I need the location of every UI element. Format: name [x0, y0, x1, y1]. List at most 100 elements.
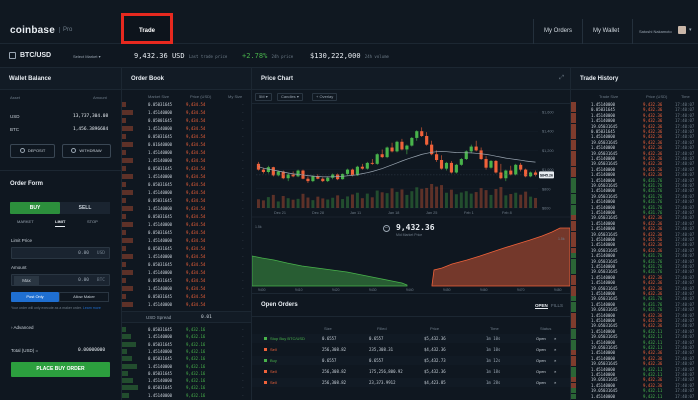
ob-bid-row[interactable]: 1.45140000 9,432.16 -	[122, 348, 251, 354]
avatar[interactable]	[678, 26, 686, 34]
ob-my-size: -	[241, 246, 244, 251]
trade-price: 9,432.11	[643, 345, 663, 350]
user-name[interactable]: Satoshi Nakamoto	[639, 29, 672, 34]
cancel-order-icon[interactable]: ✕	[554, 358, 556, 363]
order-row[interactable]: Sell 256,308.82 175,256,800.92 $5,432.36 1m …	[252, 367, 570, 376]
trade-side-marker	[571, 334, 576, 340]
ob-bid-row[interactable]: 1.45140000 9,432.16 -	[122, 392, 251, 398]
ob-ask-row[interactable]: 0.01640000 9,434.54 -	[122, 142, 251, 147]
trade-side-marker	[571, 312, 576, 318]
ob-bid-row[interactable]: 1.45140000 9,432.16 -	[122, 363, 251, 369]
cancel-order-icon[interactable]: ✕	[554, 347, 556, 352]
ob-bid-row[interactable]: 0.05031645 9,432.16 -	[122, 327, 251, 332]
trade-row: 1.45140000 9,431.76 17:40:07	[571, 301, 698, 307]
order-row[interactable]: Buy 0.6557 0.6557 $5,432.73 1m 12s Open ✕	[252, 356, 570, 365]
amount-input[interactable]: Max 0.00 BTC	[11, 274, 110, 286]
ob-ask-row[interactable]: 1.45140000 9,434.54 -	[122, 222, 251, 227]
ob-ask-row[interactable]: 1.45140000 9,434.54 -	[122, 126, 251, 131]
ob-ask-row[interactable]: 1.45140000 9,434.54 -	[122, 302, 251, 307]
ob-ask-row[interactable]: 1.45140000 9,434.54 -	[122, 254, 251, 259]
ob-ask-row[interactable]: 1.45140000 9,434.54 -	[122, 110, 251, 115]
trade-price: 9,432.36	[643, 107, 663, 113]
ob-depth-bar	[122, 302, 133, 307]
trade-time: 17:40:07	[675, 156, 695, 161]
order-type-stop[interactable]: STOP	[87, 219, 98, 224]
ob-ask-row[interactable]: 0.05031645 9,434.54 -	[122, 214, 251, 219]
trade-side-marker	[571, 177, 576, 183]
cancel-order-icon[interactable]: ✕	[554, 369, 556, 374]
trade-price: 9,432.36	[643, 242, 663, 248]
ob-ask-row[interactable]: 0.05031645 9,434.54 -	[122, 246, 251, 251]
ob-ask-row[interactable]: 0.05031645 9,434.54 -	[122, 182, 251, 187]
overlay-select[interactable]: + Overlay	[312, 93, 338, 101]
order-price: $4,432.36	[424, 347, 446, 352]
my-wallet-link[interactable]: My Wallet	[593, 28, 619, 34]
order-type-limit[interactable]: LIMIT	[55, 219, 66, 227]
buy-tab[interactable]: BUY	[10, 202, 60, 214]
sell-tab[interactable]: SELL	[60, 202, 110, 214]
ob-ask-row[interactable]: 1.45140000 9,434.54 -	[122, 270, 251, 275]
cancel-order-icon[interactable]: ✕	[554, 336, 556, 341]
withdraw-button[interactable]: WITHDRAW	[62, 144, 111, 158]
allow-maker-toggle[interactable]: Allow Maker	[59, 292, 109, 302]
place-buy-order-button[interactable]: PLACE BUY ORDER	[11, 362, 110, 377]
ob-size: 0.05031645	[148, 102, 173, 107]
cancel-order-icon[interactable]: ✕	[554, 380, 556, 385]
ob-ask-row[interactable]: 0.05031645 9,434.54 -	[122, 198, 251, 203]
coinbase-logo[interactable]: coinbase	[10, 25, 55, 36]
order-row[interactable]: Sell 256,308.82 235,308.31 $4,432.36 1m 10s O…	[252, 345, 570, 354]
ob-bid-row[interactable]: 0.05031645 9,432.16 -	[122, 341, 251, 347]
ob-ask-row[interactable]: 0.05031645 9,434.54 -	[122, 278, 251, 283]
post-only-toggle[interactable]: Post Only	[11, 292, 59, 302]
expand-icon[interactable]: ⤢	[559, 75, 564, 82]
trade-side-marker	[571, 301, 576, 307]
fills-tab[interactable]: FILLS	[551, 303, 563, 308]
deposit-button[interactable]: DEPOSIT	[10, 144, 55, 158]
ob-ask-row[interactable]: 1.45140000 9,434.54 -	[122, 158, 251, 163]
select-market-dropdown[interactable]: Select Market ▾	[73, 54, 101, 59]
candles-select[interactable]: Candles ▾	[277, 93, 303, 101]
trade-price: 9,431.76	[643, 204, 663, 210]
advanced-toggle[interactable]: › Advanced	[11, 325, 34, 330]
ob-ask-row[interactable]: 0.05031645 9,434.54 -	[122, 294, 251, 299]
ob-bid-row[interactable]: 0.05031645 9,432.16 -	[122, 385, 251, 391]
volume-bar	[385, 193, 389, 208]
interval-select[interactable]: 5M ▾	[255, 93, 272, 101]
price-chart[interactable]: $1,600$1,400$1,200$1,000$800$600$845.26D…	[252, 104, 570, 293]
ob-bid-row[interactable]: 1.45140000 9,432.16 -	[122, 334, 251, 340]
chevron-down-icon[interactable]: ▾	[689, 27, 692, 33]
ob-price: 9,434.54	[186, 262, 206, 267]
learn-more-link[interactable]: Learn more	[83, 306, 101, 310]
limit-price-input[interactable]: 0.00 USD	[11, 247, 110, 259]
ob-ask-row[interactable]: 1.45140000 9,434.54 -	[122, 206, 251, 211]
volume-bar	[454, 194, 458, 208]
my-orders-link[interactable]: My Orders	[544, 28, 572, 34]
trade-side-marker	[571, 253, 576, 259]
order-type-market[interactable]: MARKET	[17, 219, 34, 224]
ob-ask-row[interactable]: 1.45140000 9,434.54 -	[122, 174, 251, 179]
deposit-icon	[19, 148, 25, 153]
ob-bid-row[interactable]: 0.05031645 9,432.16 -	[122, 370, 251, 376]
order-row[interactable]: Sell 256,308.82 23,373.9912 $4,423.85 1m 28s…	[252, 378, 570, 387]
minus-icon[interactable]: −	[383, 225, 390, 232]
ob-ask-row[interactable]: 1.45140000 9,434.54 -	[122, 150, 251, 155]
ob-ask-row[interactable]: 0.05031645 9,434.54 -	[122, 134, 251, 139]
ob-bid-row[interactable]: 1.45140000 9,432.16 -	[122, 378, 251, 384]
ob-ask-row[interactable]: 1.45140000 9,434.54 -	[122, 238, 251, 243]
ob-ask-row[interactable]: 1.45140000 9,434.54 -	[122, 190, 251, 195]
ob-ask-row[interactable]: 0.05031645 9,434.54 -	[122, 230, 251, 235]
max-button[interactable]: Max	[14, 276, 39, 285]
ob-bid-row[interactable]: 0.05031645 9,432.16 -	[122, 356, 251, 362]
order-row[interactable]: Stop Buy BTC/USD 0.6557 0.6557 $5,432.36 1m …	[252, 334, 570, 343]
ob-depth-bar	[122, 182, 126, 187]
ob-ask-row[interactable]: 0.05001645 9,434.54 -	[122, 118, 251, 123]
ob-ask-row[interactable]: 1.45140000 9,434.54 -	[122, 286, 251, 291]
market-pair[interactable]: BTC/USD	[20, 52, 51, 59]
ob-ask-row[interactable]: 0.05031645 9,434.54 -	[122, 262, 251, 267]
open-tab[interactable]: OPEN	[535, 303, 548, 309]
trade-time: 17:40:07	[675, 123, 695, 129]
trade-tab[interactable]: Trade	[121, 13, 173, 44]
ob-ask-row[interactable]: 0.05031645 9,434.54 -	[122, 102, 251, 107]
candle-body	[444, 162, 449, 169]
ob-ask-row[interactable]: 0.05031645 9,434.54 -	[122, 166, 251, 171]
